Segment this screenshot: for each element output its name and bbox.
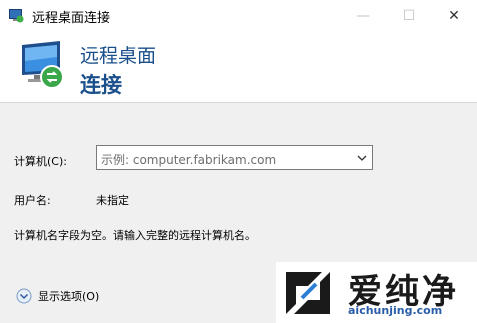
status-message: 计算机名字段为空。请输入完整的远程计算机名。 xyxy=(14,229,256,242)
expand-chevron-icon xyxy=(16,288,32,304)
rdp-window: 远程桌面连接 — ☐ ✕ 远程桌面 连接 计算机(C): 示例: compute… xyxy=(0,0,477,323)
watermark-logo-icon xyxy=(286,272,330,314)
username-value: 未指定 xyxy=(96,194,129,207)
watermark: 爱纯净 aichunjing.com xyxy=(276,262,477,323)
banner-title-line1: 远程桌面 xyxy=(80,45,157,67)
username-label: 用户名: xyxy=(14,194,51,207)
minimize-button[interactable]: — xyxy=(340,2,386,30)
computer-combobox[interactable]: 示例: computer.fabrikam.com xyxy=(96,145,373,170)
computer-input-placeholder[interactable]: 示例: computer.fabrikam.com xyxy=(101,151,276,168)
title-bar[interactable]: 远程桌面连接 — ☐ ✕ xyxy=(0,0,477,32)
remote-desktop-monitor-icon xyxy=(22,41,64,89)
banner-title-line2: 连接 xyxy=(80,73,122,97)
header-banner xyxy=(0,32,477,102)
chevron-down-icon[interactable] xyxy=(356,152,368,164)
remote-desktop-icon xyxy=(9,9,24,23)
maximize-button[interactable]: ☐ xyxy=(386,2,432,30)
watermark-url: aichunjing.com xyxy=(348,304,443,317)
close-button[interactable]: ✕ xyxy=(431,2,477,30)
window-title: 远程桌面连接 xyxy=(32,11,111,26)
show-options-label[interactable]: 显示选项(O) xyxy=(38,288,99,304)
show-options-button[interactable]: 显示选项(O) xyxy=(16,287,99,305)
computer-label: 计算机(C): xyxy=(14,155,67,168)
